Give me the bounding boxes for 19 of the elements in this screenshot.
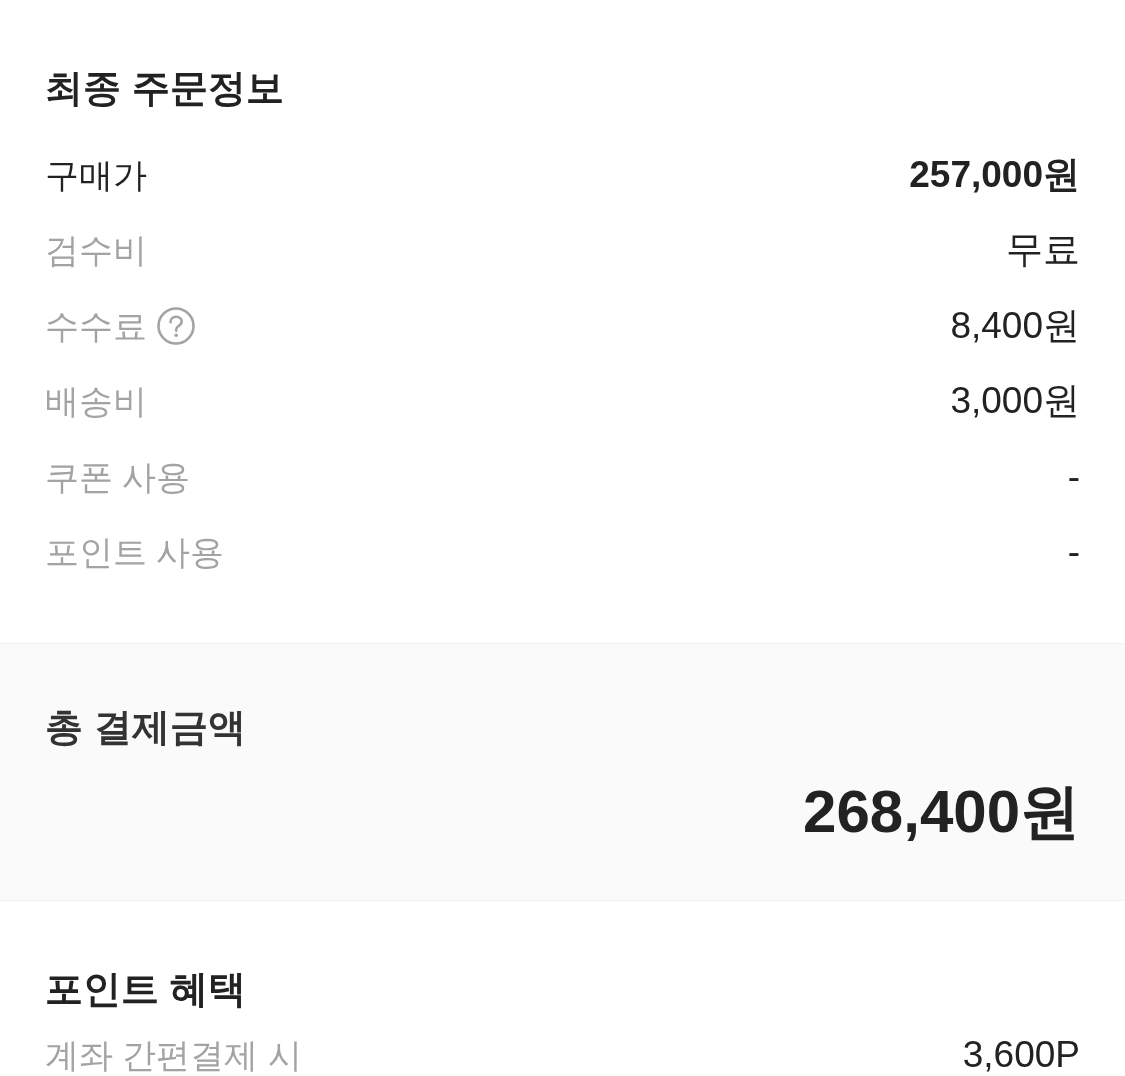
total-amount: 268,400원 xyxy=(803,777,1080,847)
row-value: 257,000원 xyxy=(909,154,1080,195)
row-label: 포인트 사용 xyxy=(45,532,225,573)
row-label: 수수료 xyxy=(45,305,147,346)
row-value: - xyxy=(1067,456,1080,497)
row-label: 쿠폰 사용 xyxy=(45,456,191,497)
help-icon[interactable] xyxy=(157,306,195,345)
total-label: 총 결제금액 xyxy=(45,705,246,750)
row-label: 검수비 xyxy=(45,230,147,271)
row-value: 3,600P xyxy=(962,1034,1080,1075)
row-value: 3,000원 xyxy=(950,381,1080,422)
section-title: 최종 주문정보 xyxy=(45,66,284,111)
row-value: 8,400원 xyxy=(950,305,1080,346)
row-value: 무료 xyxy=(1006,230,1080,271)
row-label: 계좌 간편결제 시 xyxy=(45,1034,302,1075)
section-title: 포인트 혜택 xyxy=(45,967,246,1012)
row-value: - xyxy=(1067,532,1080,573)
row-label: 배송비 xyxy=(45,381,147,422)
row-label: 구매가 xyxy=(45,154,147,195)
